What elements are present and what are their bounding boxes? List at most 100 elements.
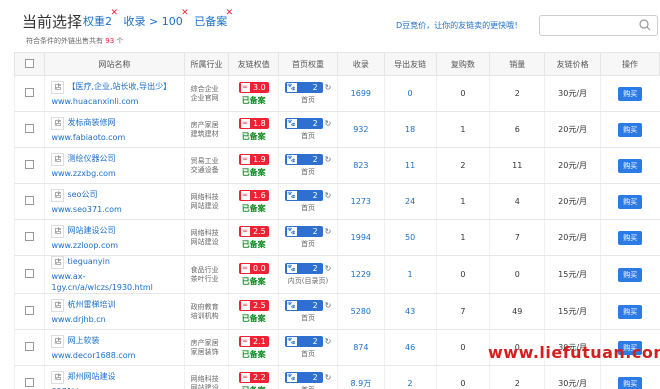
refresh-icon[interactable]: ↻ [325,119,332,128]
site-name[interactable]: tieguanyin [67,257,109,266]
site-name[interactable]: 郑州网站建设 [67,372,115,381]
site-url[interactable]: www.ax-1gy.cn/a/wlczs/1930.html [51,271,183,293]
shoulu-value[interactable]: 8.9万 [336,365,385,389]
refresh-icon[interactable]: ↻ [325,83,332,92]
filter-tag-shoulu[interactable]: 收录 > 100 ✕ [124,8,189,28]
export-value[interactable]: 0 [383,75,436,112]
export-value[interactable]: 50 [383,219,436,256]
header-home-weight[interactable]: 首页权重 [278,52,338,76]
header: 当前选择 权重2 ✕ 收录 > 100 ✕ 已备案 ✕ 符合条件的外链出售共有 93 … [0,0,660,48]
buy-button[interactable]: 购买 [618,158,643,173]
site-name[interactable]: seo公司 [67,190,97,199]
buy-button[interactable]: 购买 [618,122,643,137]
header-shoulu[interactable]: 收录 [336,52,385,76]
row-checkbox[interactable] [25,88,35,97]
site-name[interactable]: 发标商装修网 [67,118,115,127]
site-name[interactable]: 网站建设公司 [67,226,115,235]
buy-button[interactable]: 购买 [618,86,643,101]
shop-badge[interactable]: 店 [51,370,65,384]
site-url[interactable]: www.drjhb.cn [51,314,183,325]
shoulu-value[interactable]: 1994 [336,219,385,256]
row-checkbox[interactable] [25,269,35,278]
paw-icon: 🐾 [286,337,297,346]
buy-button[interactable]: 购买 [618,194,643,209]
row-checkbox[interactable] [25,124,35,133]
filter-tag-record[interactable]: 已备案 ✕ [194,8,233,28]
header-rebuy[interactable]: 复购数 [435,52,491,76]
header-select-all[interactable] [13,52,46,76]
shop-badge[interactable]: 店 [51,80,65,94]
refresh-icon[interactable]: ↻ [325,155,332,164]
shop-badge[interactable]: 店 [51,152,65,166]
shop-badge[interactable]: 店 [51,116,65,130]
close-icon[interactable]: ✕ [181,8,189,18]
buy-button[interactable]: 购买 [618,304,643,319]
rebuy-value: 0 [435,75,490,112]
promo-link[interactable]: D豆竞价，让你的友链卖的更快哦！ [396,20,522,31]
row-checkbox[interactable] [25,232,35,241]
row-checkbox[interactable] [25,160,35,169]
header-export[interactable]: 导出友链 [383,52,437,76]
refresh-icon[interactable]: ↻ [325,337,332,346]
shoulu-value[interactable]: 1229 [336,255,385,294]
shop-badge[interactable]: 店 [51,298,65,312]
row-checkbox[interactable] [25,342,35,351]
export-value[interactable]: 11 [383,147,436,184]
buy-button[interactable]: 购买 [618,230,643,245]
industry-secondary: 网站建设 [190,383,219,389]
site-url[interactable]: www.seo371.com [51,204,183,215]
header-sales[interactable]: 销量 [489,52,546,76]
shop-badge[interactable]: 店 [51,256,65,269]
link-icon: ∞ [240,300,250,310]
header-price[interactable]: 友链价格 [544,52,602,76]
site-url[interactable]: www.fabiaoto.com [51,132,183,143]
row-checkbox[interactable] [25,196,35,205]
export-value[interactable]: 1 [383,255,436,294]
refresh-icon[interactable]: ↻ [325,373,332,382]
record-label: 已备案 [241,349,266,359]
site-name[interactable]: 杭州雷梯培训 [67,300,115,309]
shop-badge[interactable]: 店 [51,188,65,202]
shoulu-value[interactable]: 823 [336,147,385,184]
header-link-weight[interactable]: 友链权值 [228,52,280,76]
row-checkbox[interactable] [25,378,35,387]
refresh-icon[interactable]: ↻ [325,301,332,310]
filter-tag-weight[interactable]: 权重2 ✕ [83,8,118,28]
search-input[interactable] [539,15,658,36]
export-value[interactable]: 24 [383,183,436,220]
refresh-icon[interactable]: ↻ [325,227,332,236]
export-value[interactable]: 46 [383,329,436,366]
refresh-icon[interactable]: ↻ [325,191,332,200]
shop-badge[interactable]: 店 [51,334,65,348]
close-icon[interactable]: ✕ [226,8,234,18]
refresh-icon[interactable]: ↻ [325,264,332,273]
table-row: 店郑州网站建设0371kj.com网络科技网站建设∞2.2已备案🐾2↻首页8.9… [13,365,660,389]
buy-button[interactable]: 购买 [618,267,643,282]
buy-button[interactable]: 购买 [618,376,643,389]
paw-icon: 🐾 [286,227,297,236]
site-url[interactable]: www.zzloop.com [51,240,183,251]
search-icon[interactable] [639,19,651,31]
site-url[interactable]: 0371kj.com [51,386,183,389]
site-name[interactable]: 【医疗,企业,站长收,导出少】 [67,82,171,91]
export-value[interactable]: 2 [383,365,436,389]
site-name[interactable]: 测绘仪器公司 [67,154,115,163]
shop-badge[interactable]: 店 [51,224,65,238]
shoulu-value[interactable]: 1699 [336,75,385,112]
export-value[interactable]: 18 [383,111,436,148]
shoulu-value[interactable]: 5280 [336,293,385,330]
baidu-weight-badge: 🐾 2 [284,372,323,383]
link-weight-badge: ∞ 0.0 [238,262,269,274]
export-value[interactable]: 43 [383,293,436,330]
shoulu-value[interactable]: 932 [336,111,385,148]
site-url[interactable]: www.zzxbg.com [51,168,183,179]
sales-value: 2 [489,365,545,389]
shoulu-value[interactable]: 1273 [336,183,385,220]
shoulu-value[interactable]: 874 [336,329,385,366]
site-url[interactable]: www.decor1688.com [51,350,183,361]
close-icon[interactable]: ✕ [110,8,118,18]
row-checkbox[interactable] [25,306,35,315]
select-all-checkbox[interactable] [25,58,35,68]
site-name[interactable]: 网上软装 [67,336,99,345]
site-url[interactable]: www.huacanxinli.com [51,96,183,107]
